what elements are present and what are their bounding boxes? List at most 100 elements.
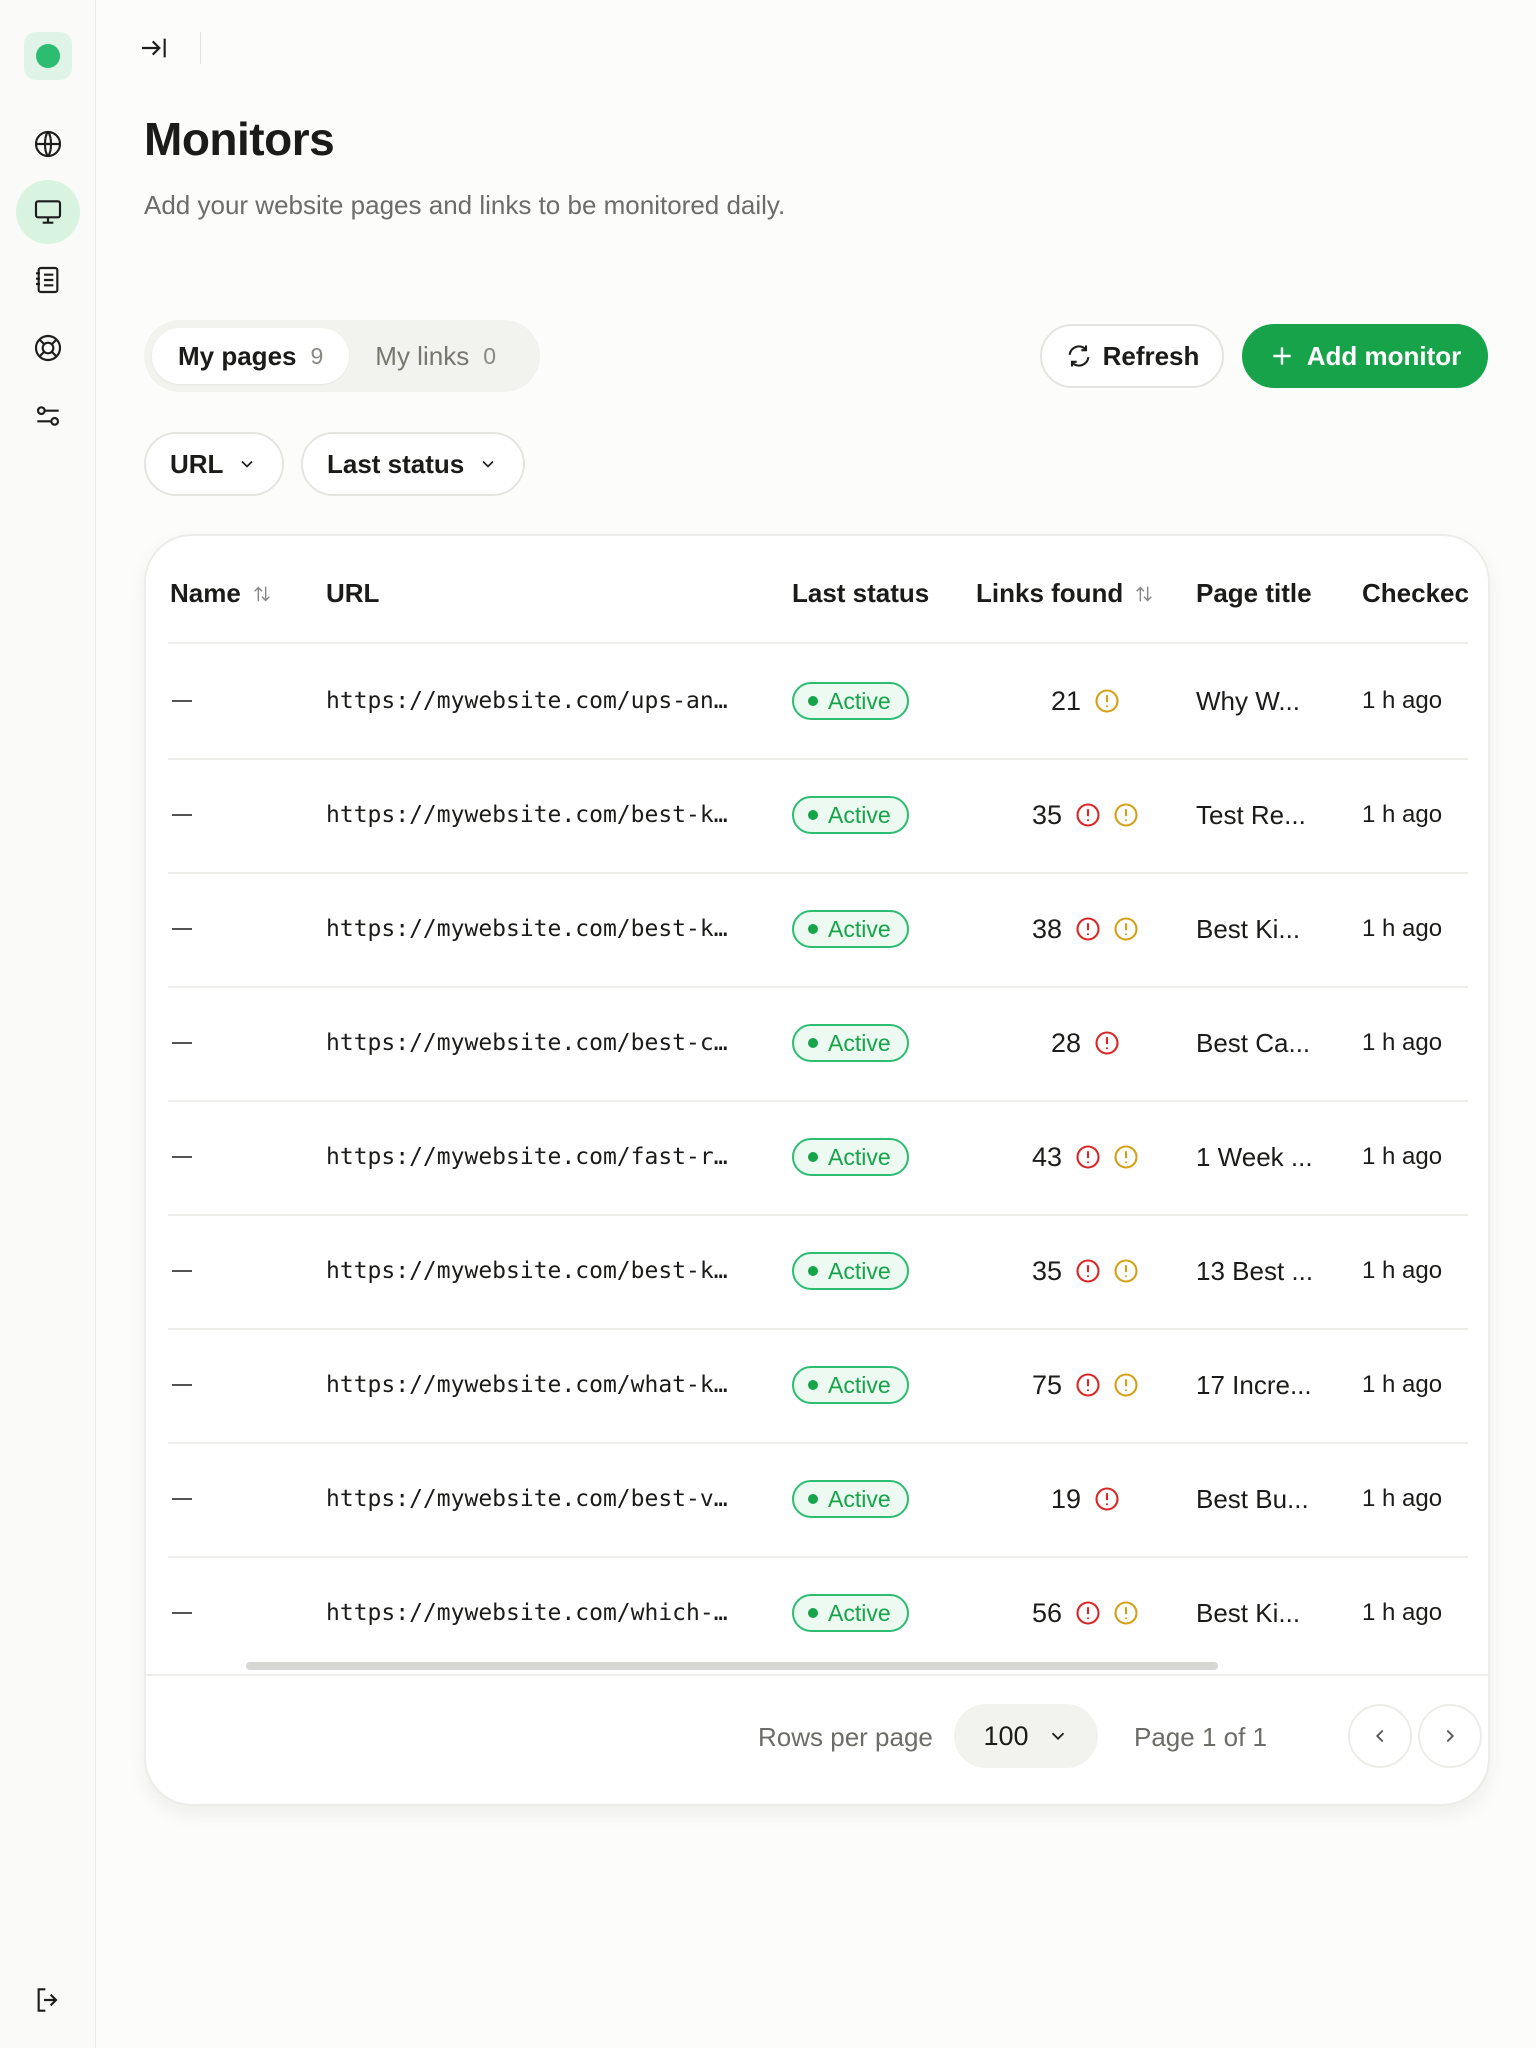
status-badge: Active <box>792 1594 909 1632</box>
warning-icon[interactable] <box>1112 1371 1140 1399</box>
checked-cell: 1 h ago <box>1362 1029 1443 1056</box>
links-cell: 75 <box>1006 1328 1166 1442</box>
links-cell: 28 <box>1006 986 1166 1100</box>
status-badge: Active <box>792 682 909 720</box>
dash-placeholder <box>172 1612 192 1614</box>
error-icon[interactable] <box>1093 1485 1121 1513</box>
url-cell[interactable]: https://mywebsite.com/best-c… <box>326 986 728 1100</box>
table-row[interactable]: https://mywebsite.com/best-k… Active 35 13 … <box>146 1214 1488 1328</box>
url-cell[interactable]: https://mywebsite.com/which-… <box>326 1556 728 1670</box>
status-text: Active <box>828 1029 891 1056</box>
expand-sidebar-button[interactable] <box>136 30 172 66</box>
error-icon[interactable] <box>1074 1143 1102 1171</box>
add-monitor-label: Add monitor <box>1306 340 1462 371</box>
logout-button[interactable] <box>16 1968 80 2032</box>
checked-cell: 1 h ago <box>1362 915 1443 942</box>
status-text: Active <box>828 1485 891 1512</box>
name-empty <box>172 1442 194 1556</box>
sort-icon <box>1136 586 1153 601</box>
links-count: 19 <box>1050 1483 1082 1514</box>
error-icon[interactable] <box>1093 1029 1121 1057</box>
dash-placeholder <box>172 814 192 816</box>
checked-cell: 1 h ago <box>1362 1599 1443 1626</box>
view-tabs: My pages 9 My links 0 <box>144 320 540 392</box>
links-count: 38 <box>1031 913 1063 944</box>
url-cell[interactable]: https://mywebsite.com/best-k… <box>326 1214 728 1328</box>
links-count: 35 <box>1031 1255 1063 1286</box>
add-monitor-button[interactable]: Add monitor <box>1242 324 1488 388</box>
filter-last-status[interactable]: Last status <box>301 432 525 496</box>
filter-url[interactable]: URL <box>144 432 284 496</box>
url-cell[interactable]: https://mywebsite.com/ups-an… <box>326 644 728 758</box>
links-count: 35 <box>1031 799 1063 830</box>
page-title-cell: Test Re... <box>1196 799 1306 830</box>
links-cell: 35 <box>1006 1214 1166 1328</box>
table-row[interactable]: https://mywebsite.com/ups-an… Active 21 Why… <box>146 644 1488 758</box>
nav-help[interactable] <box>16 316 80 380</box>
url-cell[interactable]: https://mywebsite.com/best-k… <box>326 758 728 872</box>
warning-icon[interactable] <box>1093 687 1121 715</box>
dash-placeholder <box>172 928 192 930</box>
links-cell: 56 <box>1006 1556 1166 1670</box>
url-cell[interactable]: https://mywebsite.com/best-v… <box>326 1442 728 1556</box>
table-row[interactable]: https://mywebsite.com/what-k… Active 75 17 … <box>146 1328 1488 1442</box>
table-row[interactable]: https://mywebsite.com/which-… Active 56 Bes… <box>146 1556 1488 1670</box>
status-cell: Active <box>792 1442 909 1556</box>
nav-monitors[interactable] <box>16 180 80 244</box>
column-name[interactable]: Name <box>170 578 273 609</box>
warning-icon[interactable] <box>1112 1599 1140 1627</box>
status-text: Active <box>828 1143 891 1170</box>
dash-placeholder <box>172 1156 192 1158</box>
dash-placeholder <box>172 1384 192 1386</box>
status-cell: Active <box>792 1556 909 1670</box>
dash-placeholder <box>172 1498 192 1500</box>
warning-icon[interactable] <box>1112 801 1140 829</box>
url-cell[interactable]: https://mywebsite.com/best-k… <box>326 872 728 986</box>
url-cell[interactable]: https://mywebsite.com/fast-r… <box>326 1100 728 1214</box>
prev-page-button[interactable] <box>1348 1704 1412 1768</box>
status-cell: Active <box>792 644 909 758</box>
error-icon[interactable] <box>1074 1257 1102 1285</box>
tab-count: 0 <box>483 342 496 369</box>
column-label: Name <box>170 578 241 608</box>
warning-icon[interactable] <box>1112 1143 1140 1171</box>
links-cell: 19 <box>1006 1442 1166 1556</box>
nav-globe[interactable] <box>16 112 80 176</box>
table-row[interactable]: https://mywebsite.com/best-k… Active 35 Tes… <box>146 758 1488 872</box>
table-row[interactable]: https://mywebsite.com/best-c… Active 28 Bes… <box>146 986 1488 1100</box>
rows-per-page-select[interactable]: 100 <box>954 1704 1098 1768</box>
rows-per-page-label: Rows per page <box>758 1722 933 1752</box>
name-empty <box>172 986 194 1100</box>
error-icon[interactable] <box>1074 1371 1102 1399</box>
tab-my-pages[interactable]: My pages 9 <box>152 328 350 384</box>
status-dot-icon <box>808 1494 818 1504</box>
warning-icon[interactable] <box>1112 1257 1140 1285</box>
app-logo[interactable] <box>24 32 72 80</box>
next-page-button[interactable] <box>1418 1704 1482 1768</box>
status-badge: Active <box>792 1138 909 1176</box>
page-title-cell: Best Ca... <box>1196 1027 1311 1058</box>
tab-label: My links <box>375 340 470 371</box>
column-label: Last status <box>792 578 930 608</box>
url-cell[interactable]: https://mywebsite.com/what-k… <box>326 1328 728 1442</box>
status-text: Active <box>828 687 891 714</box>
error-icon[interactable] <box>1074 1599 1102 1627</box>
tab-label: My pages <box>178 340 297 371</box>
table-row[interactable]: https://mywebsite.com/best-k… Active 38 Bes… <box>146 872 1488 986</box>
horizontal-scrollbar[interactable] <box>246 1662 1218 1670</box>
warning-icon[interactable] <box>1112 915 1140 943</box>
column-title: Page title <box>1196 578 1312 609</box>
column-links[interactable]: Links found <box>976 578 1155 609</box>
refresh-button[interactable]: Refresh <box>1040 324 1224 388</box>
rows-per-page-value: 100 <box>983 1720 1029 1751</box>
table-row[interactable]: https://mywebsite.com/fast-r… Active 43 1 W… <box>146 1100 1488 1214</box>
chevron-down-icon <box>482 460 494 468</box>
tab-my-links[interactable]: My links 0 <box>349 328 522 384</box>
nav-reports[interactable] <box>16 248 80 312</box>
status-dot-icon <box>808 696 818 706</box>
nav-settings[interactable] <box>16 384 80 448</box>
error-icon[interactable] <box>1074 801 1102 829</box>
error-icon[interactable] <box>1074 915 1102 943</box>
links-count: 21 <box>1050 685 1082 716</box>
table-row[interactable]: https://mywebsite.com/best-v… Active 19 Bes… <box>146 1442 1488 1556</box>
